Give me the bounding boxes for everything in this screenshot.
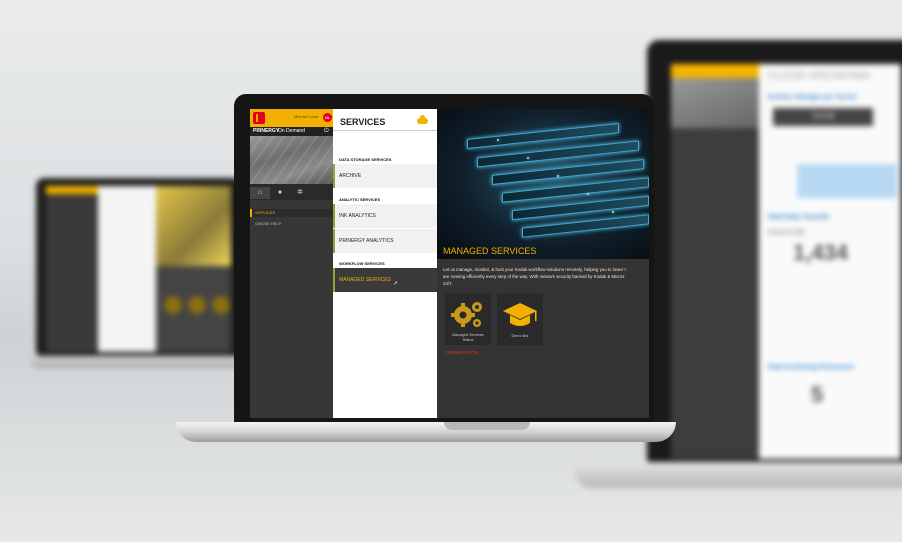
service-item-ink-analytics[interactable]: INK ANALYTICS xyxy=(333,204,437,228)
laptop-base xyxy=(575,462,902,488)
led xyxy=(527,157,529,159)
nav-icon-bar: ⌂ ● ✲ xyxy=(250,184,333,200)
cursor-icon: ➚ xyxy=(393,281,399,287)
managed-services-status-tile[interactable]: Managed Services Status xyxy=(445,293,491,345)
section-title: Total Archiving Processes xyxy=(767,364,855,371)
brand-name: PRINERGY xyxy=(253,128,280,134)
server-rack-image xyxy=(437,109,649,259)
led xyxy=(557,175,559,177)
power-icon[interactable]: ⏻ xyxy=(324,128,329,135)
graduation-cap-icon xyxy=(503,303,537,326)
description-line: Let us manage, monitor, & host your Koda… xyxy=(443,267,626,272)
stat-value: 1,434 xyxy=(793,240,849,265)
topbar xyxy=(46,186,98,194)
nav-item-online-help[interactable]: ONLINE HELP xyxy=(255,221,281,226)
hero-thumbnail xyxy=(250,136,333,184)
kodak-logo[interactable] xyxy=(253,112,265,124)
stat-value: 5 xyxy=(811,382,824,407)
led xyxy=(587,193,589,195)
stat-label: Archived (GB) xyxy=(767,230,805,236)
left-nav: Michael Lowe ML PRINERGY On Demand ⏻ ⌂ ●… xyxy=(250,109,333,418)
area-chart xyxy=(797,164,897,198)
brand-subtitle: On Demand xyxy=(278,128,305,134)
section-title: Archive Storage per Server xyxy=(767,94,858,101)
panel-title: SERVICES xyxy=(340,117,386,127)
section-title: Total Data Transfer xyxy=(767,214,830,221)
section-heading: ANALYTIC SERVICES xyxy=(339,197,381,202)
coming-soon-text: COMING SOON... xyxy=(445,350,482,355)
gears-icon xyxy=(451,302,482,327)
demo-link-tile[interactable]: Demo link xyxy=(497,293,543,345)
led xyxy=(497,139,499,141)
user-name[interactable]: Michael Lowe xyxy=(294,114,318,119)
tile-label: Status xyxy=(462,338,474,342)
laptop-notch xyxy=(444,422,530,430)
services-panel xyxy=(98,186,156,352)
section-heading: WORKFLOW SERVICES xyxy=(339,261,385,266)
hero-thumb xyxy=(671,78,759,128)
service-item-prinergy-analytics[interactable]: PRINERGY ANALYTICS xyxy=(333,229,437,253)
tab-overall[interactable]: Overall xyxy=(773,108,873,126)
services-panel: SERVICES DATA STORAGE SERVICES ARCHIVE A… xyxy=(333,109,437,418)
rack-unit xyxy=(522,214,649,238)
laptop-screen: CLOUD ARCHIVING Archive Storage per Serv… xyxy=(671,64,901,459)
sidebar xyxy=(46,186,98,352)
service-item-archive[interactable]: ARCHIVE xyxy=(333,164,437,188)
avatar[interactable]: ML xyxy=(323,113,332,122)
topbar xyxy=(671,64,759,78)
main-laptop: Michael Lowe ML PRINERGY On Demand ⏻ ⌂ ●… xyxy=(176,94,676,454)
nav-item-services[interactable]: SERVICES xyxy=(250,209,333,217)
users-icon[interactable]: ● xyxy=(270,187,290,199)
app-screen: Michael Lowe ML PRINERGY On Demand ⏻ ⌂ ●… xyxy=(250,109,649,418)
section-heading: DATA STORAGE SERVICES xyxy=(339,157,392,162)
divider xyxy=(333,130,437,131)
home-icon[interactable]: ⌂ xyxy=(250,187,270,199)
gears-icon[interactable]: ✲ xyxy=(290,187,310,199)
laptop-base xyxy=(176,422,676,442)
page-title: CLOUD ARCHIVING xyxy=(767,70,871,82)
tile-label: Demo link xyxy=(511,334,529,338)
led xyxy=(612,211,614,213)
description-line: are running efficiently every step of th… xyxy=(443,274,625,279)
page-title: MANAGED SERVICES xyxy=(443,246,537,256)
content-area: MANAGED SERVICES Let us manage, monitor,… xyxy=(437,109,649,418)
cloud-icon xyxy=(417,115,428,124)
dashboard: CLOUD ARCHIVING Archive Storage per Serv… xyxy=(759,64,901,459)
description-line: 24/7. xyxy=(443,281,453,286)
service-item-managed-services[interactable]: MANAGED SERVICES xyxy=(333,268,437,292)
